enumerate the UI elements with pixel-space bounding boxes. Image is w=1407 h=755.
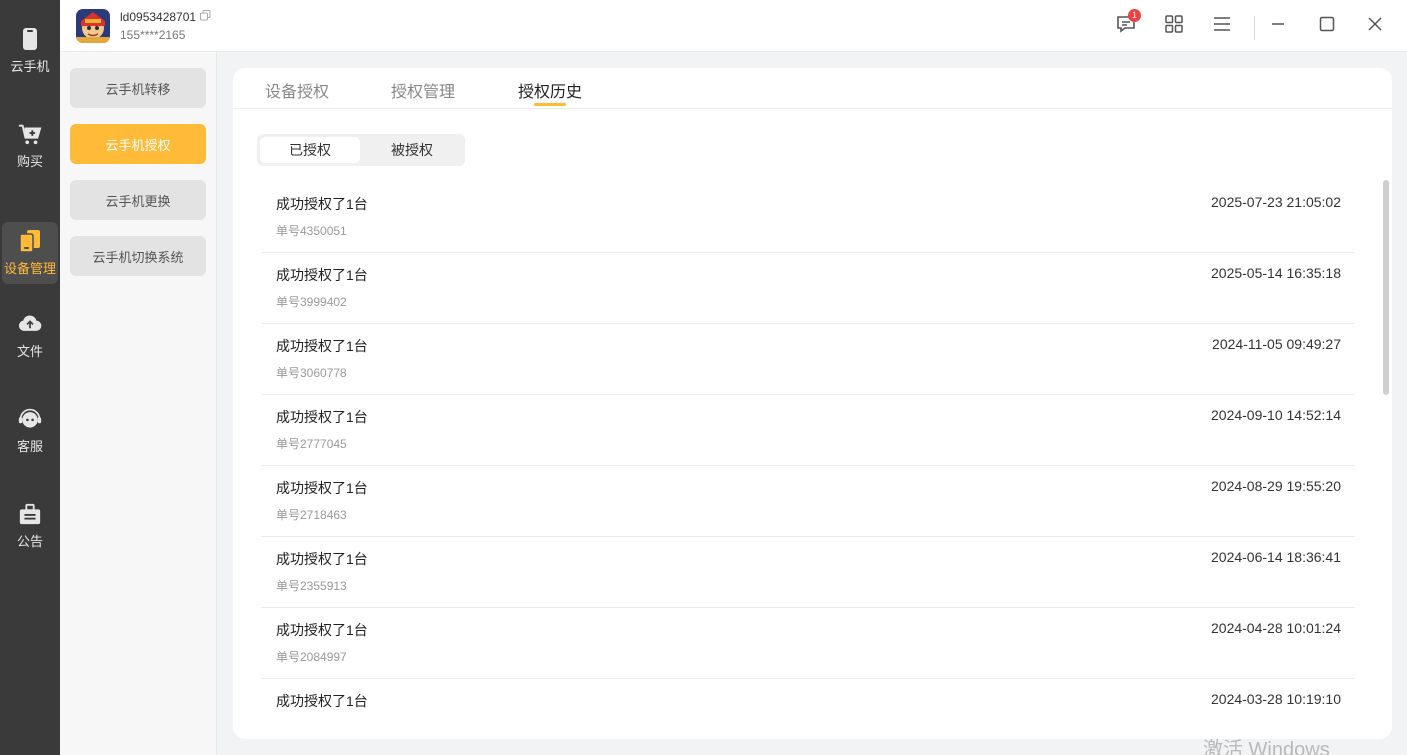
phone-icon <box>18 27 42 51</box>
history-list: 成功授权了1台 单号4350051 2025-07-23 21:05:02 成功… <box>261 182 1355 739</box>
activation-watermark: 激活 Windows <box>1203 739 1330 755</box>
rail-item-label: 设备管理 <box>3 261 56 276</box>
rail-item-support[interactable]: 客服 <box>2 400 58 462</box>
user-id: ld0953428701 <box>120 10 197 24</box>
top-bar: ld0953428701 155****2165 1 <box>60 0 1407 52</box>
avatar[interactable] <box>76 9 110 43</box>
submenu-item-replace[interactable]: 云手机更换 <box>70 180 206 220</box>
notice-icon <box>18 502 42 526</box>
segment-authorized[interactable]: 已授权 <box>260 137 360 163</box>
rail-item-files[interactable]: 文件 <box>2 305 58 367</box>
record-title: 成功授权了1台 <box>276 551 368 567</box>
submenu-item-authorize[interactable]: 云手机授权 <box>70 124 206 164</box>
record-order: 单号2777045 <box>276 437 347 451</box>
list-item[interactable]: 成功授权了1台 单号3999402 2025-05-14 16:35:18 <box>261 253 1355 324</box>
rail-item-label: 云手机 <box>10 59 50 74</box>
active-tab-indicator <box>534 103 566 106</box>
close-icon <box>1367 16 1383 37</box>
record-time: 2025-05-14 16:35:18 <box>1211 265 1341 281</box>
user-id-row: ld0953428701 <box>120 10 211 24</box>
record-time: 2024-11-05 09:49:27 <box>1212 336 1341 352</box>
rail-item-label: 公告 <box>16 534 43 549</box>
record-time: 2024-04-28 10:01:24 <box>1211 620 1341 636</box>
record-time: 2024-09-10 14:52:14 <box>1211 407 1341 423</box>
secondary-menu: 云手机转移 云手机授权 云手机更换 云手机切换系统 <box>60 52 217 755</box>
user-phone: 155****2165 <box>120 28 186 42</box>
hamburger-icon <box>1213 16 1231 37</box>
divider <box>1254 16 1255 40</box>
record-order: 单号3999402 <box>276 295 347 309</box>
copy-icon[interactable] <box>200 10 211 24</box>
minimize-button[interactable] <box>1266 14 1290 38</box>
record-title: 成功授权了1台 <box>276 693 368 709</box>
submenu-item-switch-system[interactable]: 云手机切换系统 <box>70 236 206 276</box>
record-order: 单号3060778 <box>276 366 347 380</box>
record-order: 单号2355913 <box>276 579 347 593</box>
cloud-upload-icon <box>18 312 42 336</box>
list-item[interactable]: 成功授权了1台 单号2084997 2024-04-28 10:01:24 <box>261 608 1355 679</box>
list-item[interactable]: 成功授权了1台 单号2718463 2024-08-29 19:55:20 <box>261 466 1355 537</box>
record-time: 2024-06-14 18:36:41 <box>1211 549 1341 565</box>
main-card: 设备授权 授权管理 授权历史 已授权 被授权 成功授权了1台 单号4350051… <box>233 68 1392 739</box>
record-order: 单号4350051 <box>276 224 347 238</box>
tab-authorization-history[interactable]: 授权历史 <box>518 78 582 102</box>
scrollbar[interactable] <box>1383 180 1389 395</box>
submenu-item-transfer[interactable]: 云手机转移 <box>70 68 206 108</box>
record-title: 成功授权了1台 <box>276 622 368 638</box>
record-title: 成功授权了1台 <box>276 267 368 283</box>
record-title: 成功授权了1台 <box>276 480 368 496</box>
close-button[interactable] <box>1363 14 1387 38</box>
maximize-button[interactable] <box>1315 14 1339 38</box>
cart-icon <box>18 122 42 146</box>
rail-item-cloud-phone[interactable]: 云手机 <box>2 20 58 82</box>
tab-device-authorization[interactable]: 设备授权 <box>265 78 329 102</box>
record-time: 2024-03-28 10:19:10 <box>1211 691 1341 707</box>
tab-authorization-management[interactable]: 授权管理 <box>391 78 455 102</box>
rail-item-notice[interactable]: 公告 <box>2 495 58 557</box>
maximize-icon <box>1319 16 1335 37</box>
record-title: 成功授权了1台 <box>276 338 368 354</box>
message-button[interactable]: 1 <box>1114 9 1141 38</box>
record-title: 成功授权了1台 <box>276 196 368 212</box>
record-time: 2025-07-23 21:05:02 <box>1211 194 1341 210</box>
list-item[interactable]: 成功授权了1台 单号3060778 2024-11-05 09:49:27 <box>261 324 1355 395</box>
list-item[interactable]: 成功授权了1台 2024-03-28 10:19:10 <box>261 679 1355 739</box>
record-order: 单号2084997 <box>276 650 347 664</box>
rail-item-label: 客服 <box>16 439 43 454</box>
rail-item-buy[interactable]: 购买 <box>2 115 58 177</box>
support-icon <box>18 407 42 431</box>
tab-bar: 设备授权 授权管理 授权历史 <box>233 68 1392 109</box>
rail-item-label: 文件 <box>16 344 43 359</box>
notification-badge: 1 <box>1128 9 1141 22</box>
list-item[interactable]: 成功授权了1台 单号2777045 2024-09-10 14:52:14 <box>261 395 1355 466</box>
list-item[interactable]: 成功授权了1台 单号4350051 2025-07-23 21:05:02 <box>261 182 1355 253</box>
record-time: 2024-08-29 19:55:20 <box>1211 478 1341 494</box>
left-rail: 云手机 购买 设备管理 文件 客服 公告 <box>0 0 60 755</box>
apps-button[interactable] <box>1162 14 1186 38</box>
devices-icon <box>18 229 42 253</box>
record-order: 单号2718463 <box>276 508 347 522</box>
rail-item-label: 购买 <box>16 154 43 169</box>
rail-item-device-management[interactable]: 设备管理 <box>2 222 58 284</box>
segment-received[interactable]: 被授权 <box>362 137 462 163</box>
minimize-icon <box>1270 16 1286 37</box>
menu-button[interactable] <box>1210 14 1234 38</box>
grid-icon <box>1165 14 1183 38</box>
record-title: 成功授权了1台 <box>276 409 368 425</box>
list-item[interactable]: 成功授权了1台 单号2355913 2024-06-14 18:36:41 <box>261 537 1355 608</box>
segmented-control: 已授权 被授权 <box>257 134 465 166</box>
